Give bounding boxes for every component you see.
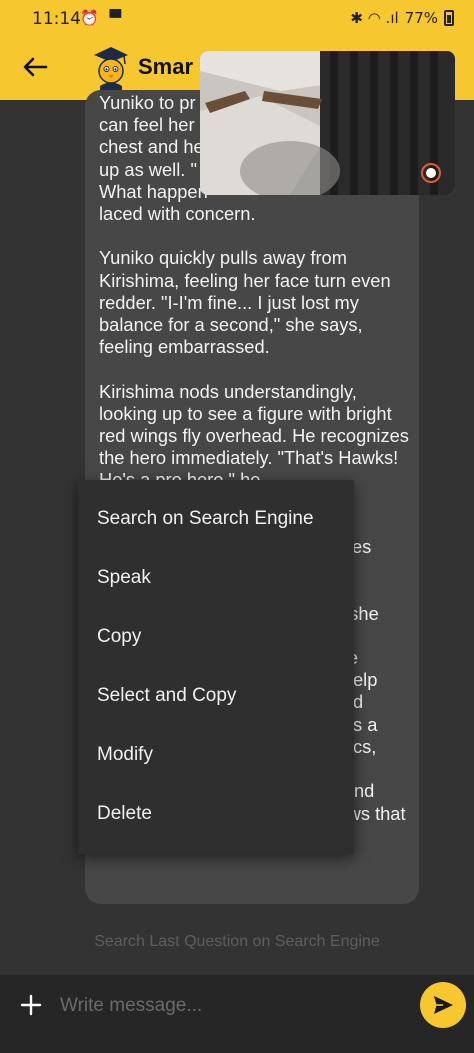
status-bar: 11:14 ⏰ ▀ ✱ ◠ .ıl 77%: [0, 0, 474, 34]
status-time: 11:14: [32, 9, 81, 29]
add-button[interactable]: [16, 985, 46, 1028]
menu-item-modify[interactable]: Modify: [78, 725, 354, 784]
menu-item-delete[interactable]: Delete: [78, 784, 354, 843]
send-icon: [434, 996, 453, 1014]
menu-item-speak[interactable]: Speak: [78, 548, 354, 607]
app-title: Smar: [138, 54, 194, 79]
send-button[interactable]: [420, 982, 466, 1028]
context-menu: Search on Search Engine Speak Copy Selec…: [78, 480, 354, 854]
navigation-bar-area: [0, 1035, 474, 1053]
add-icon: [20, 994, 42, 1016]
message-input-bar: [0, 975, 474, 1035]
search-last-question-button[interactable]: Search Last Question on Search Engine: [0, 933, 474, 951]
back-arrow-icon: [23, 57, 48, 77]
connectivity-icons: ✱ ◠ .ıl: [350, 9, 399, 27]
menu-item-search-engine[interactable]: Search on Search Engine: [78, 489, 354, 548]
battery-percent: 77%: [404, 9, 438, 27]
back-button[interactable]: [20, 52, 50, 82]
app-logo-icon: [90, 44, 132, 90]
video-pip-overlay[interactable]: [200, 51, 455, 195]
notification-icons: ⏰ ▀: [80, 9, 124, 27]
message-input[interactable]: [58, 989, 402, 1023]
menu-item-select-and-copy[interactable]: Select and Copy: [78, 666, 354, 725]
menu-item-copy[interactable]: Copy: [78, 607, 354, 666]
status-right-group: ✱ ◠ .ıl 77%: [350, 9, 454, 27]
battery-icon: [444, 10, 454, 26]
